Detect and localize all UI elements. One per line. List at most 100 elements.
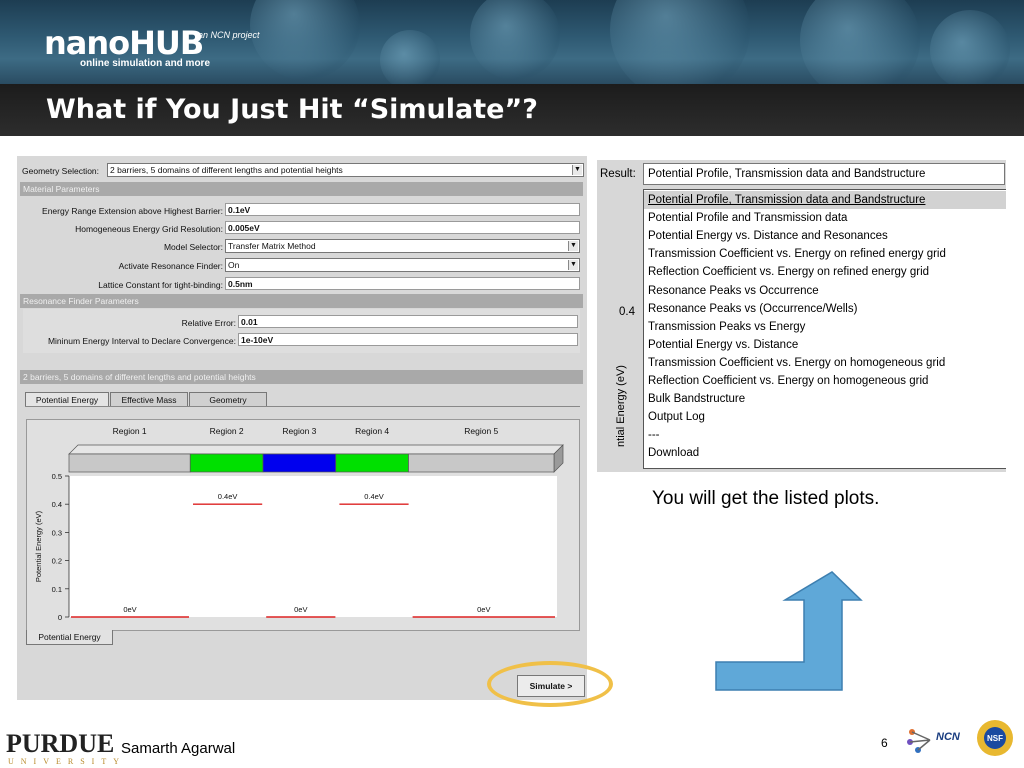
result-label: Result: [600,168,636,180]
param-label: Energy Range Extension above Highest Bar… [42,206,223,216]
y-tick-label: 0.2 [52,557,62,566]
energy-label: 0.4eV [218,492,238,501]
param-row: Lattice Constant for tight-binding: 0.5n… [17,277,587,293]
tab-geometry[interactable]: Geometry [189,392,267,407]
geometry-section-header: 2 barriers, 5 domains of different lengt… [20,370,583,384]
relative-error-input[interactable]: 0.01 [238,315,578,328]
param-label: Relative Error: [181,318,236,328]
geometry-value: 2 barriers, 5 domains of different lengt… [110,165,343,175]
resonance-section-header: Resonance Finder Parameters [20,294,583,308]
region-label: Region 3 [282,426,316,436]
param-row: Relative Error: 0.01 [17,315,587,331]
result-option[interactable]: Potential Energy vs. Distance and Resona… [648,227,888,245]
result-options-list: Potential Profile, Transmission data and… [643,189,1006,469]
model-selector[interactable]: Transfer Matrix Method ▼ [225,239,580,253]
plot-background [69,476,557,617]
energy-range-input[interactable]: 0.1eV [225,203,580,216]
param-label: Model Selector: [163,242,223,252]
result-window: Result: Potential Profile, Transmission … [597,160,1006,472]
energy-label: 0eV [294,605,307,614]
geometry-row: Geometry Selection: 2 barriers, 5 domain… [17,163,587,179]
ncn-tag: an NCN project [198,30,260,40]
highlight-ring [487,661,613,707]
energy-label: 0.4eV [364,492,384,501]
result-option[interactable]: Potential Profile, Transmission data and… [644,191,1006,209]
ncn-logo: NCN [907,729,961,753]
caption: You will get the listed plots. [652,488,880,509]
logo-tagline: online simulation and more [80,58,211,69]
nanohub-logo: nanoHUB [44,24,204,62]
result-option[interactable]: Reflection Coefficient vs. Energy on hom… [648,372,928,390]
chevron-down-icon[interactable]: ▼ [568,241,578,251]
result-option[interactable]: Potential Energy vs. Distance [648,336,798,354]
bottom-tab-potential-energy[interactable]: Potential Energy [26,630,113,645]
y-tick-label: 0.1 [52,585,62,594]
result-option[interactable]: Reflection Coefficient vs. Energy on ref… [648,263,929,281]
region-label: Region 2 [210,426,244,436]
arrow-up-icon [715,571,863,691]
result-option[interactable]: Bulk Bandstructure [648,390,745,408]
result-option[interactable]: Potential Profile and Transmission data [648,209,847,227]
region-label: Region 1 [113,426,147,436]
y-axis-label: Potential Energy (eV) [34,510,43,582]
param-label: Activate Resonance Finder: [118,261,223,271]
param-row: Homogeneous Energy Grid Resolution: 0.00… [17,221,587,237]
model-value: Transfer Matrix Method [228,241,316,251]
y-tick-label: 0.5 [52,472,62,481]
chevron-down-icon[interactable]: ▼ [568,260,578,270]
result-option[interactable]: --- [648,426,660,444]
result-option[interactable]: Output Log [648,408,705,426]
param-label: Lattice Constant for tight-binding: [98,280,223,290]
tab-potential-energy[interactable]: Potential Energy [25,392,109,407]
result-option[interactable]: Resonance Peaks vs (Occurrence/Wells) [648,300,857,318]
purdue-logo-subtitle: UNIVERSITY [8,757,126,766]
material-section-header: Material Parameters [20,182,583,196]
nsf-logo: NSF [977,720,1013,756]
param-row: Mininum Energy Interval to Declare Conve… [17,333,587,349]
nsf-logo-text: NSF [987,734,1003,743]
potential-energy-plot: Region 1 Region 2 Region 3 Region 4 Region 5… [26,419,580,631]
region-block [68,453,191,473]
result-option[interactable]: Transmission Coefficient vs. Energy on r… [648,245,946,263]
page-number: 6 [881,736,888,750]
resonance-finder-select[interactable]: On ▼ [225,258,580,272]
result-select[interactable]: Potential Profile, Transmission data and… [643,163,1005,185]
result-option[interactable]: Transmission Coefficient vs. Energy on h… [648,354,945,372]
region-block [335,453,409,473]
geometry-select[interactable]: 2 barriers, 5 domains of different lengt… [107,163,584,177]
param-row: Model Selector: Transfer Matrix Method ▼ [17,239,587,255]
geometry-label: Geometry Selection: [22,166,100,176]
tab-effective-mass[interactable]: Effective Mass [110,392,188,407]
param-row: Energy Range Extension above Highest Bar… [17,203,587,219]
tool-panel: Geometry Selection: 2 barriers, 5 domain… [17,156,587,700]
slide-title: What if You Just Hit “Simulate”? [46,94,538,125]
min-energy-interval-input[interactable]: 1e-10eV [238,333,578,346]
y-tick-label: 0 [58,613,62,622]
param-label: Mininum Energy Interval to Declare Conve… [47,336,236,346]
chevron-down-icon[interactable]: ▼ [572,165,582,175]
region-label: Region 4 [355,426,389,436]
param-label: Homogeneous Energy Grid Resolution: [75,224,223,234]
result-option[interactable]: Download [648,444,699,462]
purdue-logo: PURDUE [6,729,115,758]
tab-bar: Potential Energy Effective Mass Geometry [25,392,580,408]
potential-energy-chart: Region 1 Region 2 Region 3 Region 4 Region 5… [34,426,564,622]
result-option[interactable]: Resonance Peaks vs Occurrence [648,282,819,300]
region-block [262,453,337,473]
y-tick-label: 0.3 [52,528,62,537]
region-block [189,453,264,473]
author-name: Samarth Agarwal [121,740,236,757]
energy-label: 0eV [123,605,136,614]
axis-label: ntial Energy (eV) [615,365,627,447]
param-row: Activate Resonance Finder: On ▼ [17,258,587,274]
ncn-logo-text: NCN [936,731,961,743]
region-block [408,453,555,473]
y-tick-label: 0.4 [52,500,62,509]
geometry-box-top [68,444,564,455]
grid-resolution-input[interactable]: 0.005eV [225,221,580,234]
energy-label: 0eV [477,605,490,614]
resonance-value: On [228,260,240,270]
result-option[interactable]: Transmission Peaks vs Energy [648,318,805,336]
region-label: Region 5 [464,426,498,436]
lattice-constant-input[interactable]: 0.5nm [225,277,580,290]
